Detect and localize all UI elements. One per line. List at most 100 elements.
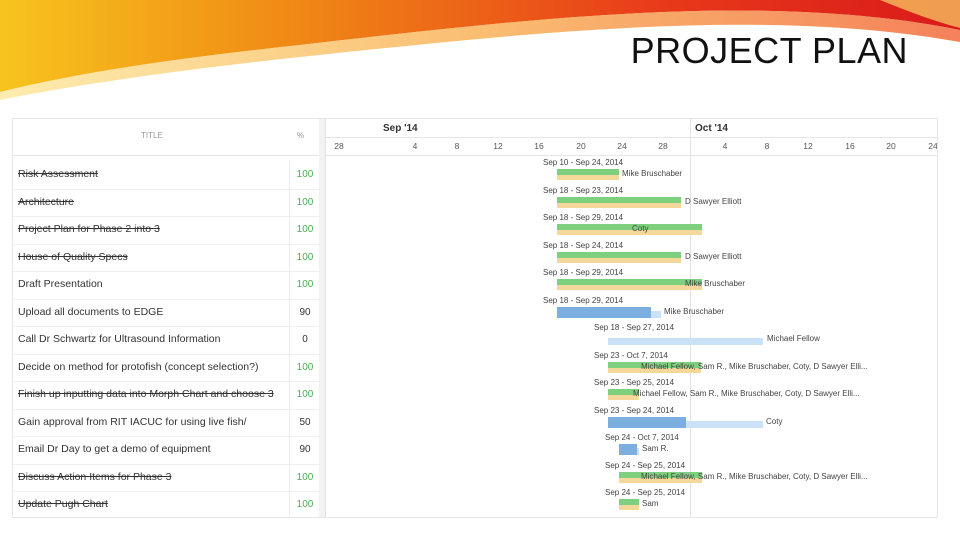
task-title[interactable]: Upload all documents to EDGE [18,306,290,318]
task-title[interactable]: Update Pugh Chart [18,498,290,510]
task-percent: 0 [289,326,320,354]
day-tick-label: 20 [576,141,586,151]
task-title[interactable]: Project Plan for Phase 2 into 3 [18,223,290,235]
column-header-percent[interactable]: % [297,131,304,140]
day-tick-label: 20 [886,141,896,151]
table-row[interactable]: House of Quality Specs 100 [13,243,320,272]
table-row[interactable]: Project Plan for Phase 2 into 3 100 [13,216,319,245]
table-row[interactable]: Gain approval from RIT IACUC for using l… [13,408,320,437]
table-row[interactable]: Update Pugh Chart 100 [13,491,320,517]
task-title[interactable]: House of Quality Specs [18,251,290,263]
day-tick-label: 16 [845,141,855,151]
task-percent: 50 [289,408,320,436]
task-date-range: Sep 18 - Sep 29, 2014 [543,268,624,277]
task-percent: 100 [289,188,320,216]
column-header-title[interactable]: TITLE [141,131,163,140]
month-label: Sep '14 [383,123,418,134]
today-gridline [325,119,326,517]
task-progress-bar[interactable] [619,444,637,455]
table-row[interactable]: Email Dr Day to get a demo of equipment 9… [13,436,319,465]
task-percent: 100 [289,216,320,244]
task-grid: TITLE % Risk Assessment 100 Architecture 10… [13,119,320,517]
day-tick-label: 4 [722,141,728,151]
slide-title: PROJECT PLAN [630,30,908,71]
task-date-range: Sep 18 - Sep 24, 2014 [543,240,624,250]
table-row[interactable]: Architecture 100 [13,188,320,217]
month-gridline [690,119,691,517]
task-assignee: Coty [766,416,783,426]
task-assignee: Sam R. [642,444,669,453]
task-assignee: Michael Fellow, Sam R., Mike Bruschaber,… [641,471,868,481]
task-title[interactable]: Email Dr Day to get a demo of equipment [18,443,290,455]
task-percent: 100 [289,353,320,381]
task-date-range: Sep 24 - Sep 25, 2014 [605,460,686,470]
task-percent: 90 [289,436,320,464]
task-date-range: Sep 23 - Sep 24, 2014 [594,405,675,415]
task-title[interactable]: Gain approval from RIT IACUC for using l… [18,416,290,428]
task-percent: 90 [289,298,320,326]
table-row[interactable]: Decide on method for protofish (concept … [13,353,320,382]
day-tick-label: 12 [493,141,503,151]
task-progress-bar[interactable] [619,499,639,505]
task-assignee: D Sawyer Elliott [685,196,742,206]
table-row[interactable]: Upload all documents to EDGE 90 [13,298,320,327]
day-tick-label: 28 [334,141,344,151]
task-percent: 100 [289,271,320,299]
day-tick-label: 12 [803,141,813,151]
gantt-chart: TITLE % Risk Assessment 100 Architecture 10… [12,118,938,518]
task-title[interactable]: Call Dr Schwartz for Ultrasound Informat… [18,333,290,345]
task-assignee: Sam [642,499,659,508]
day-tick-label: 24 [928,141,938,151]
table-row[interactable]: Risk Assessment 100 [13,161,319,190]
task-date-range: Sep 10 - Sep 24, 2014 [543,158,624,167]
task-assignee: Michael Fellow, Sam R., Mike Bruschaber,… [633,389,860,398]
task-title[interactable]: Discuss Action Items for Phase 3 [18,471,290,483]
task-progress-bar[interactable] [557,279,702,285]
task-assignee: Michael Fellow, Sam R., Mike Bruschaber,… [641,361,868,371]
timeline-area: Sep '14 Oct '14 28 4 8 12 16 20 24 28 4 8 12 16 20 24 Se… [325,119,937,517]
task-date-range: Sep 18 - Sep 23, 2014 [543,185,624,195]
task-assignee: Coty [632,224,649,233]
month-label: Oct '14 [695,123,728,134]
task-assignee: Mike Bruschaber [685,279,746,288]
task-assignee: Michael Fellow [767,334,820,343]
task-progress-bar[interactable] [608,416,686,428]
task-date-range: Sep 18 - Sep 29, 2014 [543,295,624,305]
task-date-range: Sep 18 - Sep 29, 2014 [543,213,624,222]
task-title[interactable]: Risk Assessment [18,168,290,180]
task-date-range: Sep 18 - Sep 27, 2014 [594,323,675,332]
table-row[interactable]: Call Dr Schwartz for Ultrasound Informat… [13,326,319,355]
task-progress-bar[interactable] [557,306,651,318]
task-title[interactable]: Architecture [18,196,290,208]
task-title[interactable]: Finish up inputting data into Morph Char… [18,388,290,400]
task-bar[interactable] [608,338,763,345]
task-percent: 100 [289,243,320,271]
task-date-range: Sep 23 - Sep 25, 2014 [594,378,675,387]
header-bottom-border [325,155,937,156]
table-row[interactable]: Draft Presentation 100 [13,271,319,300]
task-assignee: Mike Bruschaber [622,169,683,178]
header-separator [325,137,937,138]
task-date-range: Sep 23 - Oct 7, 2014 [594,350,668,360]
day-tick-label: 28 [658,141,668,151]
day-tick-label: 16 [534,141,544,151]
task-progress-bar[interactable] [557,169,619,175]
task-progress-bar[interactable] [557,224,702,230]
table-row[interactable]: Finish up inputting data into Morph Char… [13,381,319,410]
task-title[interactable]: Decide on method for protofish (concept … [18,361,290,373]
day-tick-label: 4 [412,141,418,151]
task-title[interactable]: Draft Presentation [18,278,290,290]
task-progress-bar[interactable] [557,251,681,258]
task-assignee: D Sawyer Elliott [685,251,742,261]
task-date-range: Sep 24 - Sep 25, 2014 [605,488,686,497]
day-tick-label: 24 [617,141,627,151]
task-progress-bar[interactable] [557,196,681,203]
grid-header: TITLE % [13,119,319,156]
task-percent: 100 [289,381,320,409]
table-row[interactable]: Discuss Action Items for Phase 3 100 [13,463,319,492]
day-tick-label: 8 [454,141,460,151]
task-percent: 100 [289,491,320,517]
task-assignee: Mike Bruschaber [664,306,725,316]
day-tick-label: 8 [764,141,770,151]
task-date-range: Sep 24 - Oct 7, 2014 [605,433,679,442]
